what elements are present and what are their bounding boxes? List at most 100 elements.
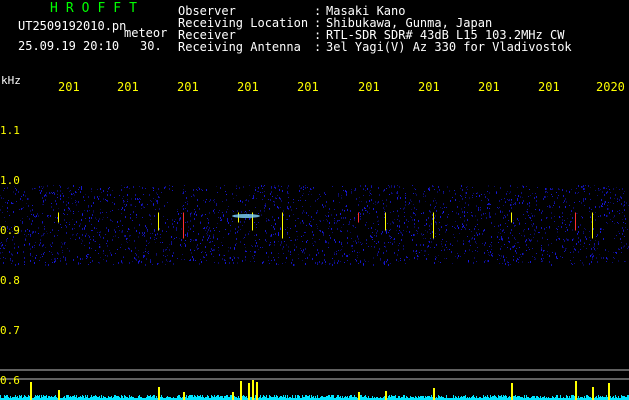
noise-pixel bbox=[494, 186, 495, 187]
baseline-bar bbox=[458, 396, 459, 400]
noise-pixel bbox=[483, 213, 484, 215]
baseline-bar bbox=[415, 396, 416, 400]
noise-pixel bbox=[490, 204, 491, 205]
noise-pixel bbox=[303, 249, 304, 251]
noise-pixel bbox=[369, 195, 370, 196]
noise-pixel bbox=[394, 238, 395, 240]
noise-pixel bbox=[322, 262, 323, 264]
baseline-bar bbox=[472, 396, 473, 400]
noise-pixel bbox=[160, 237, 161, 238]
noise-pixel bbox=[24, 257, 25, 259]
noise-pixel bbox=[255, 207, 256, 208]
noise-pixel bbox=[464, 253, 465, 254]
noise-pixel bbox=[375, 201, 376, 202]
noise-pixel bbox=[519, 202, 520, 204]
noise-pixel bbox=[4, 188, 5, 189]
baseline-bar bbox=[68, 395, 69, 400]
noise-pixel bbox=[498, 232, 499, 233]
baseline-bar bbox=[156, 396, 157, 400]
baseline-bar bbox=[610, 396, 611, 400]
noise-pixel bbox=[513, 223, 514, 224]
x-tick-label: 201 bbox=[237, 80, 259, 94]
noise-pixel bbox=[197, 248, 198, 250]
baseline-bar bbox=[73, 396, 74, 400]
noise-pixel bbox=[488, 203, 489, 205]
baseline-bar bbox=[403, 395, 404, 400]
noise-pixel bbox=[238, 201, 239, 202]
noise-pixel bbox=[119, 195, 120, 196]
noise-pixel bbox=[245, 259, 246, 261]
noise-pixel bbox=[504, 244, 505, 245]
baseline-bar bbox=[321, 396, 322, 400]
noise-pixel bbox=[430, 247, 431, 248]
noise-pixel bbox=[71, 198, 72, 199]
noise-pixel bbox=[503, 255, 504, 256]
baseline-bar bbox=[179, 395, 180, 400]
noise-pixel bbox=[67, 248, 68, 249]
noise-pixel bbox=[363, 249, 364, 250]
noise-pixel bbox=[428, 245, 429, 246]
noise-pixel bbox=[484, 261, 485, 263]
noise-pixel bbox=[625, 227, 626, 228]
noise-pixel bbox=[456, 212, 457, 214]
noise-pixel bbox=[102, 212, 103, 213]
noise-pixel bbox=[100, 257, 101, 258]
noise-pixel bbox=[590, 187, 591, 188]
noise-pixel bbox=[532, 225, 533, 227]
noise-pixel bbox=[198, 187, 199, 188]
noise-pixel bbox=[265, 205, 266, 207]
noise-pixel bbox=[509, 199, 510, 201]
noise-pixel bbox=[482, 233, 483, 235]
noise-pixel bbox=[365, 208, 366, 209]
noise-pixel bbox=[75, 239, 76, 240]
noise-pixel bbox=[288, 202, 289, 203]
noise-pixel bbox=[550, 206, 551, 208]
noise-pixel bbox=[39, 244, 40, 246]
noise-pixel bbox=[216, 205, 217, 206]
noise-pixel bbox=[2, 212, 3, 213]
noise-pixel bbox=[309, 223, 310, 225]
noise-pixel bbox=[624, 210, 625, 211]
noise-pixel bbox=[81, 243, 82, 244]
noise-pixel bbox=[255, 245, 256, 247]
noise-pixel bbox=[269, 220, 270, 221]
noise-pixel bbox=[255, 251, 256, 253]
noise-pixel bbox=[351, 189, 352, 190]
noise-pixel bbox=[100, 209, 101, 210]
noise-pixel bbox=[274, 201, 275, 203]
noise-pixel bbox=[225, 229, 226, 230]
noise-pixel bbox=[127, 231, 128, 232]
noise-pixel bbox=[293, 202, 294, 203]
noise-pixel bbox=[511, 204, 512, 206]
noise-pixel bbox=[277, 195, 278, 196]
noise-pixel bbox=[610, 219, 611, 220]
noise-pixel bbox=[110, 219, 111, 221]
noise-pixel bbox=[609, 189, 610, 190]
noise-pixel bbox=[468, 260, 469, 262]
noise-pixel bbox=[594, 185, 595, 186]
noise-pixel bbox=[106, 212, 107, 213]
noise-pixel bbox=[297, 239, 298, 240]
noise-pixel bbox=[608, 202, 609, 203]
noise-pixel bbox=[70, 190, 71, 191]
noise-pixel bbox=[469, 229, 470, 230]
noise-pixel bbox=[582, 186, 583, 188]
noise-pixel bbox=[7, 211, 8, 212]
noise-pixel bbox=[99, 196, 100, 197]
noise-pixel bbox=[429, 210, 430, 212]
noise-pixel bbox=[367, 205, 368, 207]
noise-pixel bbox=[379, 248, 380, 250]
noise-pixel bbox=[303, 186, 304, 188]
noise-pixel bbox=[336, 214, 337, 216]
noise-pixel bbox=[232, 210, 233, 211]
baseline-bar bbox=[534, 396, 535, 400]
noise-pixel bbox=[10, 259, 11, 261]
baseline-bar bbox=[526, 395, 527, 400]
noise-pixel bbox=[40, 257, 41, 258]
noise-pixel bbox=[154, 229, 155, 231]
noise-pixel bbox=[455, 199, 456, 201]
noise-pixel bbox=[589, 244, 590, 245]
noise-pixel bbox=[562, 245, 563, 247]
app-title: HROFFT bbox=[50, 1, 145, 16]
baseline-bar bbox=[225, 396, 226, 400]
